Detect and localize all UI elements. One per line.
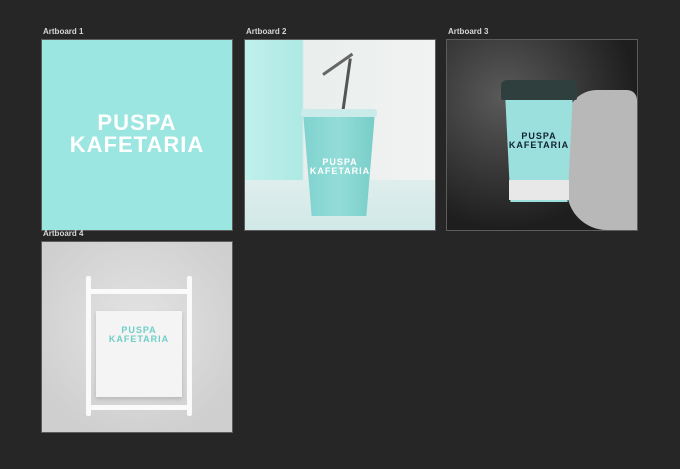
sign-bar-top <box>86 289 192 294</box>
sign-post-right <box>187 276 192 416</box>
brand-logo: PUSPA KAFETARIA <box>96 326 182 344</box>
artboard-1[interactable]: PUSPA KAFETARIA <box>41 39 233 231</box>
artboard-4[interactable]: PUSPA KAFETARIA <box>41 241 233 433</box>
brand-logo: PUSPA KAFETARIA <box>505 132 573 150</box>
straw <box>341 58 352 115</box>
logo-line-1: PUSPA <box>97 110 177 135</box>
artboard-4-label[interactable]: Artboard 4 <box>43 229 83 239</box>
artboard-2[interactable]: PUSPA KAFETARIA <box>244 39 436 231</box>
artboard-3[interactable]: PUSPA KAFETARIA <box>446 39 638 231</box>
logo-line-2: KAFETARIA <box>108 334 170 344</box>
brand-logo: PUSPA KAFETARIA <box>42 112 232 156</box>
cup-lid <box>501 80 577 100</box>
hand <box>567 90 637 230</box>
logo-line-2: KAFETARIA <box>69 132 205 157</box>
logo-line-2: KAFETARIA <box>309 166 371 176</box>
artboard-3-label[interactable]: Artboard 3 <box>448 27 488 37</box>
artboard-1-label[interactable]: Artboard 1 <box>43 27 83 37</box>
sign-bar-bottom <box>86 405 192 410</box>
artboard-2-label[interactable]: Artboard 2 <box>246 27 286 37</box>
cup-base <box>509 180 569 200</box>
sign-board <box>96 311 182 397</box>
cup-lid <box>301 109 377 117</box>
logo-line-2: KAFETARIA <box>508 140 570 150</box>
sign-post-left <box>86 276 91 416</box>
brand-logo: PUSPA KAFETARIA <box>305 158 375 176</box>
